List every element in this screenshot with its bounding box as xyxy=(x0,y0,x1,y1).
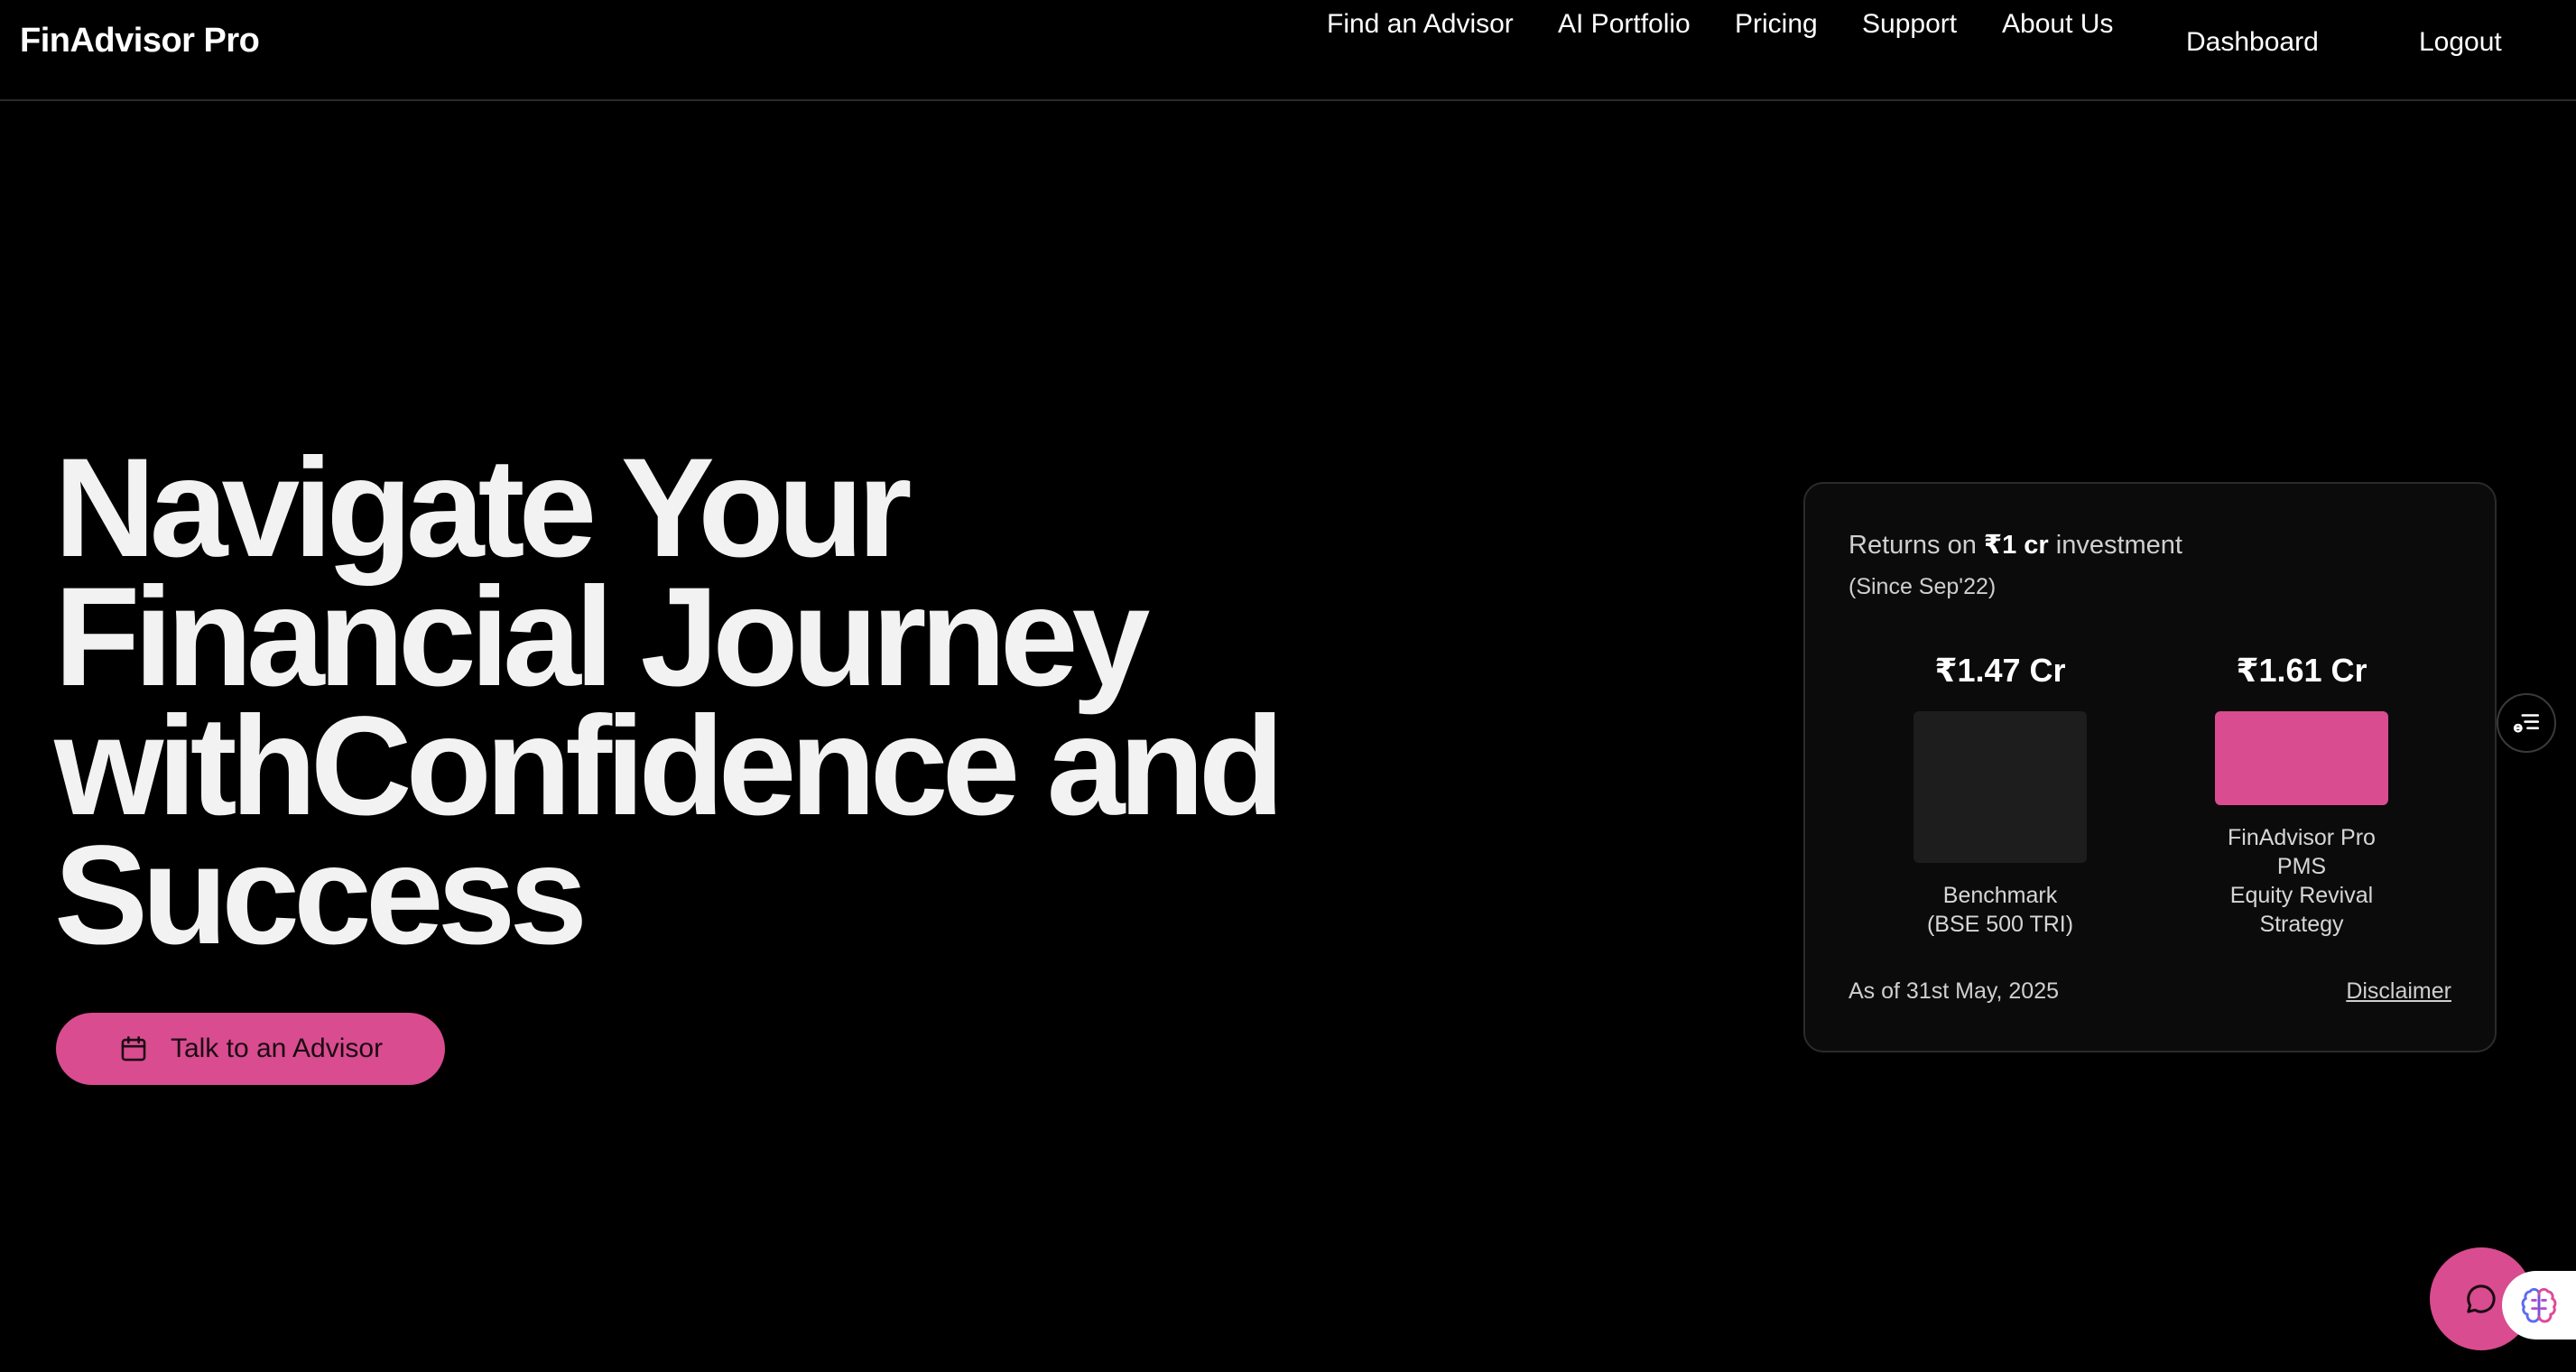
hero-headline: Navigate Your Financial Journey withConf… xyxy=(54,430,1408,974)
title-suffix: investment xyxy=(2048,531,2182,560)
talk-to-advisor-button[interactable]: Talk to an Advisor xyxy=(56,1013,445,1085)
pms-value: ₹1.61 Cr xyxy=(2236,652,2368,689)
pms-label-line: Equity Revival xyxy=(2229,883,2374,908)
chat-bubble-icon xyxy=(2467,1284,2496,1313)
benchmark-bar xyxy=(1913,711,2087,863)
benchmark-label-line: Benchmark xyxy=(1942,883,2058,908)
title-prefix: Returns on xyxy=(1849,531,1984,560)
benchmark-value: ₹1.47 Cr xyxy=(1934,652,2066,689)
returns-card: Returns on ₹1 cr investment (Since Sep'2… xyxy=(1803,482,2497,1052)
returns-card-title: Returns on ₹1 cr investment xyxy=(1849,529,2182,561)
pms-bar xyxy=(2215,711,2388,805)
calendar-icon xyxy=(121,1035,146,1061)
hero-headline-line: Success xyxy=(54,817,588,974)
nav-find-an-advisor[interactable]: Find an Advisor xyxy=(1327,9,1514,40)
hero-headline-line: withConfidence and xyxy=(54,688,1284,845)
title-amount: ₹1 cr xyxy=(1983,531,2049,560)
hero-headline-line: Navigate Your xyxy=(54,430,913,587)
side-panel-toggle-button[interactable] xyxy=(2497,693,2556,753)
logout-link[interactable]: Logout xyxy=(2419,27,2502,58)
dashboard-link[interactable]: Dashboard xyxy=(2186,27,2319,58)
pms-label-line: PMS xyxy=(2276,854,2327,879)
ai-assistant-tab[interactable] xyxy=(2502,1271,2576,1340)
benchmark-label: Benchmark (BSE 500 TRI) xyxy=(1883,881,2117,939)
pms-label-line: Strategy xyxy=(2259,912,2344,937)
nav-ai-portfolio[interactable]: AI Portfolio xyxy=(1558,9,1691,40)
page: FinAdvisor Pro Find an Advisor AI Portfo… xyxy=(0,0,2576,1372)
pms-label: FinAdvisor Pro PMS Equity Revival Strate… xyxy=(2184,823,2419,939)
top-nav-bar: FinAdvisor Pro Find an Advisor AI Portfo… xyxy=(0,0,2576,101)
nav-pricing[interactable]: Pricing xyxy=(1735,9,1818,40)
nav-support[interactable]: Support xyxy=(1862,9,1957,40)
hero-headline-line: Financial Journey xyxy=(54,559,1150,716)
brand-logo-text[interactable]: FinAdvisor Pro xyxy=(20,22,260,60)
list-settings-icon xyxy=(2513,714,2540,733)
talk-to-advisor-label: Talk to an Advisor xyxy=(170,1034,384,1063)
returns-card-subtitle: (Since Sep'22) xyxy=(1849,574,1997,599)
pms-label-line: FinAdvisor Pro xyxy=(2228,825,2376,850)
benchmark-label-line: (BSE 500 TRI) xyxy=(1926,912,2074,937)
nav-about-us[interactable]: About Us xyxy=(2002,9,2113,40)
brain-icon xyxy=(2521,1287,2557,1323)
disclaimer-link[interactable]: Disclaimer xyxy=(2346,978,2451,1005)
as-of-date: As of 31st May, 2025 xyxy=(1849,978,2059,1004)
